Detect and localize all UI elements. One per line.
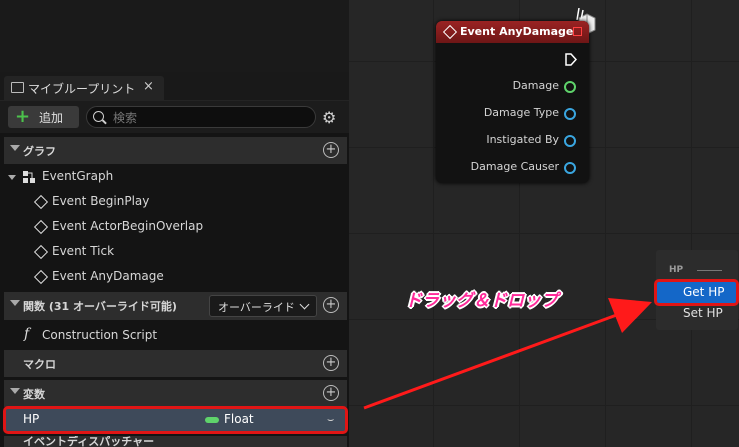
search-box[interactable]: [86, 106, 316, 128]
event-diamond-icon: [33, 269, 49, 285]
delegate-pin-icon[interactable]: [573, 27, 582, 36]
tree-event-item[interactable]: Event ActorBeginOverlap: [33, 219, 236, 236]
close-icon[interactable]: ×: [143, 79, 154, 94]
event-diamond-icon: [33, 219, 49, 235]
empty-panel-area: [0, 0, 349, 72]
tree-construction-script[interactable]: f Construction Script: [24, 326, 224, 345]
add-macro-button[interactable]: +: [323, 355, 339, 371]
add-button-label: 追加: [39, 111, 64, 125]
pin-icon[interactable]: [564, 135, 576, 147]
event-graph-icon: [23, 171, 35, 183]
section-macros-label: マクロ: [23, 358, 56, 371]
tree-event-item[interactable]: Event BeginPlay: [33, 194, 236, 211]
exec-pin-icon[interactable]: [565, 51, 578, 66]
event-label: Event ActorBeginOverlap: [52, 219, 204, 233]
section-dispatchers[interactable]: イベントディスパッチャー: [4, 436, 347, 447]
pin-icon[interactable]: [564, 162, 576, 174]
expand-arrow-icon[interactable]: [8, 175, 16, 180]
pin-icon[interactable]: [564, 81, 576, 93]
event-label: Event Tick: [52, 244, 115, 258]
chevron-down-icon: [299, 299, 310, 310]
add-variable-button[interactable]: +: [323, 385, 339, 401]
override-dropdown[interactable]: オーバーライド: [209, 295, 317, 317]
gear-icon[interactable]: ⚙: [322, 108, 336, 127]
event-label: Event BeginPlay: [52, 194, 150, 208]
variable-highlight-box: [3, 406, 348, 434]
collapse-arrow-icon[interactable]: [10, 388, 20, 394]
section-functions-label: 関数 (31 オーバーライド可能): [23, 300, 177, 313]
section-dispatchers-label: イベントディスパッチャー: [23, 436, 155, 447]
menu-item-set-hp[interactable]: Set HP: [683, 306, 723, 320]
pin-label: Damage Causer: [470, 160, 559, 173]
section-macros[interactable]: マクロ +: [4, 350, 347, 377]
tab-title: マイブループリント: [28, 82, 136, 96]
drag-drop-annotation: ドラッグ＆ドロップ: [405, 291, 558, 311]
override-dropdown-label: オーバーライド: [218, 301, 295, 314]
node-header[interactable]: Event AnyDamage: [436, 21, 589, 43]
collapse-arrow-icon[interactable]: [10, 300, 20, 306]
event-diamond-icon: [33, 244, 49, 260]
menu-highlight-box: [654, 279, 739, 306]
section-graph[interactable]: グラフ +: [4, 137, 347, 164]
tree-event-item[interactable]: Event Tick: [33, 244, 236, 261]
search-icon: [93, 111, 104, 122]
event-node-anydamage[interactable]: [436, 21, 589, 183]
add-button[interactable]: + 追加: [8, 106, 79, 128]
construction-script-label: Construction Script: [42, 328, 158, 342]
pin-icon[interactable]: [564, 108, 576, 120]
pin-label: Damage Type: [483, 106, 559, 119]
section-variables-label: 変数: [23, 388, 45, 401]
function-icon: f: [24, 326, 30, 342]
tab-my-blueprint[interactable]: マイブループリント ×: [4, 76, 164, 100]
event-diamond-icon: [33, 194, 49, 210]
plus-icon: +: [15, 106, 31, 127]
event-label: Event AnyDamage: [52, 269, 164, 283]
book-icon: [11, 82, 24, 93]
category-divider: [697, 270, 722, 271]
section-graph-label: グラフ: [23, 145, 56, 158]
search-input[interactable]: [111, 108, 305, 128]
tree-event-item[interactable]: Event AnyDamage: [33, 269, 236, 286]
event-diamond-icon: [442, 24, 458, 40]
add-graph-button[interactable]: +: [323, 142, 339, 158]
pin-label: Damage: [512, 79, 559, 92]
add-function-button[interactable]: +: [323, 297, 339, 313]
section-variables[interactable]: 変数 +: [4, 380, 347, 407]
tree-event-graph-label: EventGraph: [42, 169, 114, 183]
node-title: Event AnyDamage: [460, 25, 574, 38]
context-menu-category: HP: [669, 265, 684, 275]
collapse-arrow-icon[interactable]: [10, 145, 20, 151]
pin-label: Instigated By: [486, 133, 559, 146]
